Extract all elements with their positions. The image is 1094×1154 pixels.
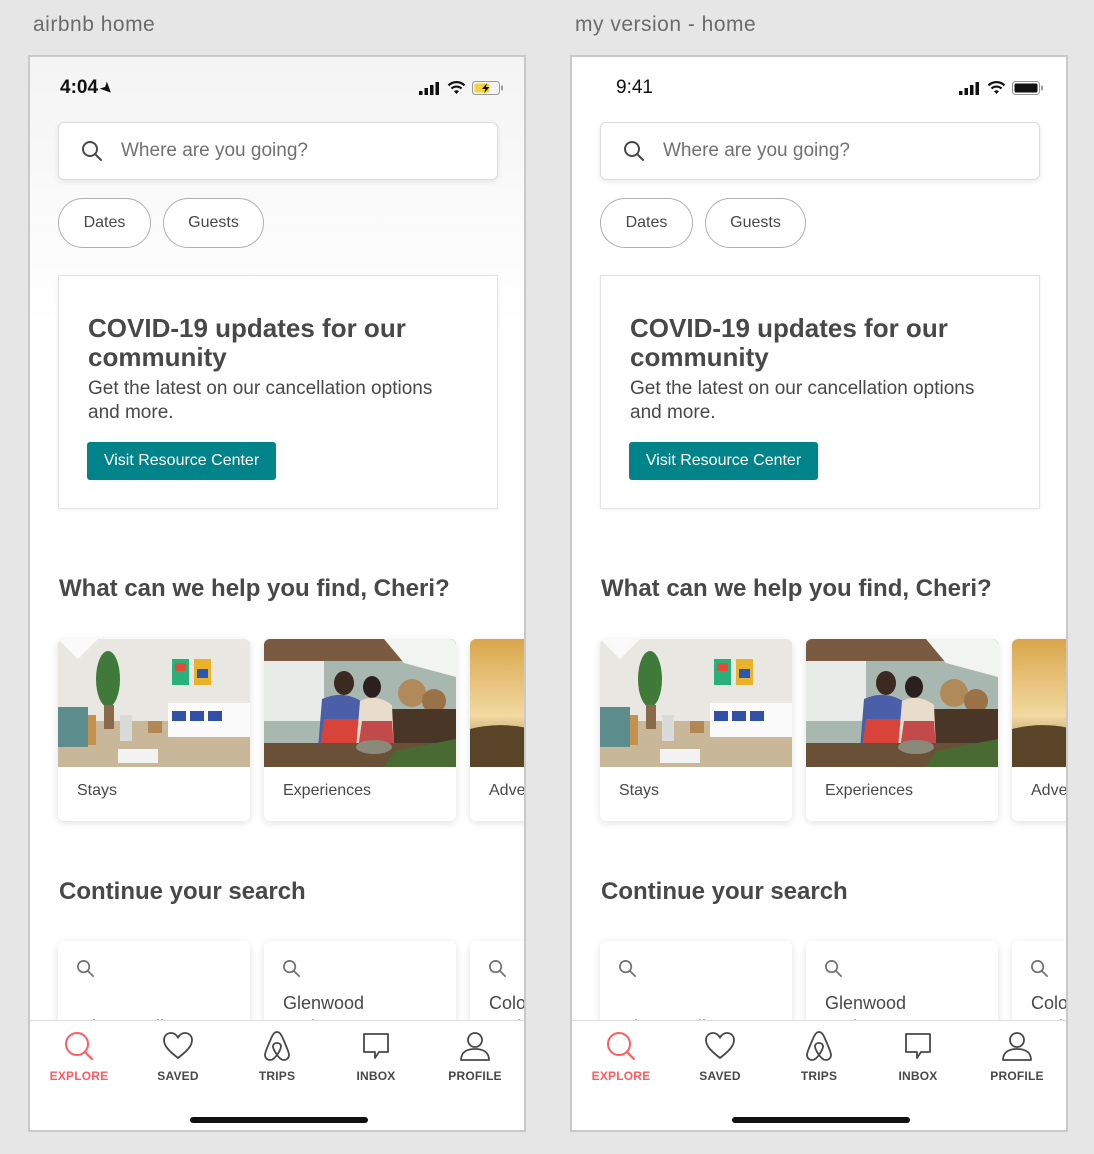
search-icon <box>283 960 300 977</box>
search-icon <box>489 960 506 977</box>
covid-title: COVID-19 updates for our community <box>630 313 948 372</box>
chat-bubble-icon <box>363 1033 389 1059</box>
explore-search-icon <box>607 1032 635 1060</box>
status-time: 9:41 <box>616 77 653 98</box>
category-card-stays[interactable]: Stays <box>58 639 250 821</box>
battery-icon <box>1012 81 1043 95</box>
home-indicator <box>732 1117 910 1123</box>
stays-photo <box>58 639 250 767</box>
search-icon <box>1031 960 1048 977</box>
search-bar[interactable]: Where are you going? <box>600 122 1040 180</box>
tab-profile[interactable]: PROFILE <box>435 1029 515 1083</box>
wifi-icon <box>987 81 1006 94</box>
covid-title: COVID-19 updates for our community <box>88 313 406 372</box>
experiences-photo <box>264 639 456 767</box>
signal-icon <box>959 81 979 95</box>
tab-label: EXPLORE <box>591 1069 651 1083</box>
category-card-adventures[interactable]: Adve <box>1012 639 1068 821</box>
continue-section-title: Continue your search <box>601 878 848 905</box>
tab-trips[interactable]: TRIPS <box>779 1029 859 1083</box>
category-label: Adve <box>489 782 526 799</box>
category-card-experiences[interactable]: Experiences <box>264 639 456 821</box>
search-placeholder: Where are you going? <box>663 140 850 161</box>
search-icon <box>82 141 102 161</box>
battery-charging-icon <box>472 81 503 95</box>
category-label: Stays <box>619 782 660 799</box>
covid-body: Get the latest on our cancellation optio… <box>630 378 975 423</box>
guests-button[interactable]: Guests <box>163 198 264 248</box>
tab-profile[interactable]: PROFILE <box>977 1029 1057 1083</box>
category-label: Adve <box>1031 782 1068 799</box>
phone-airbnb-home: 4:04➤ Where are you going? Dates Guests … <box>28 55 526 1132</box>
search-icon <box>624 141 644 161</box>
dates-button[interactable]: Dates <box>600 198 693 248</box>
airbnb-logo-icon <box>264 1031 290 1061</box>
signal-icon <box>419 81 439 95</box>
stays-photo <box>600 639 792 767</box>
tab-trips[interactable]: TRIPS <box>237 1029 317 1083</box>
category-card-adventures[interactable]: Adve <box>470 639 526 821</box>
tab-inbox[interactable]: INBOX <box>878 1029 958 1083</box>
visit-resource-center-button[interactable]: Visit Resource Center <box>87 442 276 480</box>
left-caption: airbnb home <box>33 13 156 36</box>
tab-label: INBOX <box>356 1069 396 1083</box>
tab-label: SAVED <box>699 1069 741 1083</box>
heart-icon <box>163 1032 193 1060</box>
location-arrow-icon: ➤ <box>97 78 118 98</box>
person-icon <box>1002 1032 1032 1061</box>
tab-bar: EXPLORE SAVED TRIPS INBOX PROFILE <box>572 1020 1066 1130</box>
status-bar: 9:41 <box>572 77 1066 101</box>
search-placeholder: Where are you going? <box>121 140 308 161</box>
status-bar: 4:04➤ <box>30 77 524 101</box>
tab-bar: EXPLORE SAVED TRIPS INBOX PROFILE <box>30 1020 524 1130</box>
category-card-experiences[interactable]: Experiences <box>806 639 998 821</box>
search-icon <box>77 960 94 977</box>
chat-bubble-icon <box>905 1033 931 1059</box>
visit-resource-center-button[interactable]: Visit Resource Center <box>629 442 818 480</box>
adventures-photo <box>1012 639 1066 767</box>
heart-icon <box>705 1032 735 1060</box>
covid-card: COVID-19 updates for our community Get t… <box>58 275 498 509</box>
tab-label: SAVED <box>157 1069 199 1083</box>
category-label: Stays <box>77 782 118 799</box>
dates-button[interactable]: Dates <box>58 198 151 248</box>
tab-explore[interactable]: EXPLORE <box>581 1029 661 1083</box>
tab-label: PROFILE <box>990 1069 1044 1083</box>
search-icon <box>619 960 636 977</box>
guests-button[interactable]: Guests <box>705 198 806 248</box>
phone-my-version-home: 9:41 Where are you going? Dates Guests C… <box>570 55 1068 1132</box>
tab-label: INBOX <box>898 1069 938 1083</box>
covid-body: Get the latest on our cancellation optio… <box>88 378 433 423</box>
category-label: Experiences <box>283 782 372 799</box>
tab-explore[interactable]: EXPLORE <box>39 1029 119 1083</box>
tab-saved[interactable]: SAVED <box>138 1029 218 1083</box>
find-section-title: What can we help you find, Cheri? <box>601 575 992 602</box>
status-time: 4:04➤ <box>60 77 118 98</box>
tab-label: PROFILE <box>448 1069 502 1083</box>
tab-inbox[interactable]: INBOX <box>336 1029 416 1083</box>
tab-label: TRIPS <box>800 1069 838 1083</box>
airbnb-logo-icon <box>806 1031 832 1061</box>
experiences-photo <box>806 639 998 767</box>
continue-section-title: Continue your search <box>59 878 306 905</box>
search-icon <box>825 960 842 977</box>
tab-label: EXPLORE <box>49 1069 109 1083</box>
find-section-title: What can we help you find, Cheri? <box>59 575 450 602</box>
home-indicator <box>190 1117 368 1123</box>
wifi-icon <box>447 81 466 94</box>
category-label: Experiences <box>825 782 914 799</box>
search-bar[interactable]: Where are you going? <box>58 122 498 180</box>
category-card-stays[interactable]: Stays <box>600 639 792 821</box>
adventures-photo <box>470 639 524 767</box>
tab-label: TRIPS <box>258 1069 296 1083</box>
covid-card: COVID-19 updates for our community Get t… <box>600 275 1040 509</box>
right-caption: my version - home <box>575 13 757 36</box>
tab-saved[interactable]: SAVED <box>680 1029 760 1083</box>
person-icon <box>460 1032 490 1061</box>
explore-search-icon <box>65 1032 93 1060</box>
